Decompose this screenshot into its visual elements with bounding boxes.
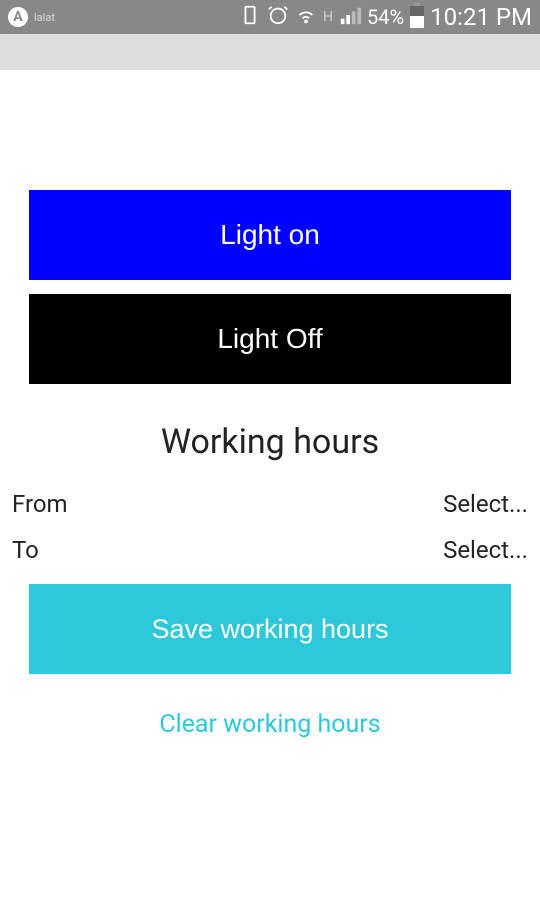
save-label: Save working hours — [151, 614, 388, 645]
from-time-select[interactable]: Select... — [443, 490, 528, 518]
clock-time: 10:21 PM — [430, 3, 532, 31]
light-on-label: Light on — [220, 219, 320, 251]
signal-icon — [339, 4, 361, 31]
from-time-row: From Select... — [8, 490, 532, 518]
working-hours-title: Working hours — [8, 422, 532, 462]
status-bar: A lalat H 54% 10:21 PM — [0, 0, 540, 34]
status-right: H 54% 10:21 PM — [239, 3, 532, 31]
save-button[interactable]: Save working hours — [29, 584, 511, 674]
light-on-button[interactable]: Light on — [29, 190, 511, 280]
from-label: From — [12, 490, 68, 518]
vibrate-icon — [239, 4, 261, 31]
light-off-button[interactable]: Light Off — [29, 294, 511, 384]
battery-percent: 54% — [367, 5, 404, 29]
to-time-row: To Select... — [8, 536, 532, 564]
to-time-select[interactable]: Select... — [443, 536, 528, 564]
battery-icon — [410, 6, 424, 28]
status-left: A lalat — [8, 7, 55, 27]
to-label: To — [12, 536, 39, 564]
network-type: H — [323, 9, 333, 25]
clear-link[interactable]: Clear working hours — [8, 710, 532, 739]
alarm-icon — [267, 4, 289, 31]
wifi-icon — [295, 4, 317, 31]
app-icon: A — [8, 7, 28, 27]
main-content: Light on Light Off Working hours From Se… — [0, 70, 540, 739]
carrier-text: lalat — [34, 11, 55, 24]
action-bar — [0, 34, 540, 70]
light-off-label: Light Off — [217, 323, 322, 355]
clear-label: Clear working hours — [159, 710, 380, 739]
